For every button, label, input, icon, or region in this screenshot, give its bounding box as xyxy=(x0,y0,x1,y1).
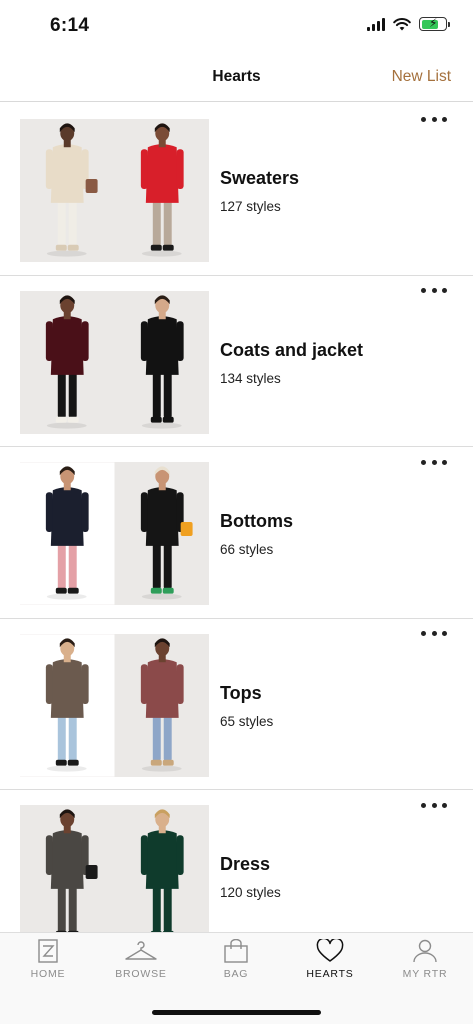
tab-my-rtr[interactable]: MY RTR xyxy=(385,939,465,980)
product-thumbnail xyxy=(114,290,209,434)
tab-hearts-label: HEARTS xyxy=(306,968,354,980)
list-row-sweaters[interactable]: Sweaters 127 styles xyxy=(0,104,473,276)
product-thumbnail xyxy=(20,462,115,605)
status-bar: 6:14 ⚡ xyxy=(0,0,473,50)
model-figure xyxy=(114,805,209,932)
header: Hearts New List xyxy=(0,50,473,102)
list-style-count: 65 styles xyxy=(220,713,274,729)
list-style-count: 127 styles xyxy=(220,199,281,214)
product-thumbnail xyxy=(20,805,115,932)
product-thumbnail xyxy=(20,119,115,262)
tab-my-rtr-label: MY RTR xyxy=(402,968,448,980)
model-figure xyxy=(20,119,115,262)
tab-bag-label: BAG xyxy=(223,968,249,980)
home-indicator xyxy=(152,1010,321,1015)
more-options-icon[interactable] xyxy=(421,284,447,298)
person-icon xyxy=(413,939,437,963)
battery-icon: ⚡ xyxy=(419,16,450,31)
tab-bar: HOME BROWSE BAG HEARTS MY RTR xyxy=(0,932,473,1024)
tab-home[interactable]: HOME xyxy=(8,939,88,980)
product-thumbnail xyxy=(114,805,209,932)
hearts-lists: Sweaters 127 styles Coats and jacket 134 st… xyxy=(0,104,473,932)
list-name: Coats and jacket xyxy=(220,339,364,360)
list-preview-images xyxy=(20,119,209,262)
list-row-dress[interactable]: Dress 120 styles xyxy=(0,790,473,932)
list-row-coats-and-jacket[interactable]: Coats and jacket 134 styles xyxy=(0,276,473,447)
list-preview-images xyxy=(20,462,209,605)
product-thumbnail xyxy=(114,119,209,262)
list-style-count: 120 styles xyxy=(220,885,281,900)
hanger-icon xyxy=(125,941,157,960)
list-name: Sweaters xyxy=(220,168,300,188)
model-figure xyxy=(114,462,209,605)
model-figure xyxy=(114,290,209,434)
model-figure xyxy=(20,462,115,605)
tab-browse-label: BROWSE xyxy=(115,968,167,980)
tab-home-label: HOME xyxy=(30,968,66,980)
list-style-count: 134 styles xyxy=(220,370,281,386)
list-preview-images xyxy=(20,805,209,932)
model-figure xyxy=(20,633,115,777)
tab-browse[interactable]: BROWSE xyxy=(101,939,181,980)
new-list-button[interactable]: New List xyxy=(392,68,451,86)
product-thumbnail xyxy=(114,633,209,777)
more-options-icon[interactable] xyxy=(421,112,447,126)
model-figure xyxy=(20,290,115,434)
product-thumbnail xyxy=(114,462,209,605)
list-name: Tops xyxy=(220,682,262,703)
tab-bag[interactable]: BAG xyxy=(196,939,276,980)
model-figure xyxy=(114,119,209,262)
list-style-count: 66 styles xyxy=(220,542,274,557)
cellular-signal-icon xyxy=(367,17,385,31)
list-row-bottoms[interactable]: Bottoms 66 styles xyxy=(0,447,473,619)
status-icons: ⚡ xyxy=(367,16,450,31)
more-options-icon[interactable] xyxy=(421,455,447,469)
product-thumbnail xyxy=(20,290,115,434)
wifi-icon xyxy=(393,17,411,30)
tab-hearts[interactable]: HEARTS xyxy=(290,939,370,980)
model-figure xyxy=(20,805,115,932)
list-preview-images xyxy=(20,290,209,434)
list-name: Dress xyxy=(220,854,271,874)
status-time: 6:14 xyxy=(50,15,90,36)
list-name: Bottoms xyxy=(220,511,293,531)
bag-icon xyxy=(224,939,248,963)
more-options-icon[interactable] xyxy=(421,798,447,812)
home-icon xyxy=(38,939,58,963)
model-figure xyxy=(114,633,209,777)
product-thumbnail xyxy=(20,633,115,777)
heart-icon xyxy=(316,939,344,962)
more-options-icon[interactable] xyxy=(421,627,447,641)
list-preview-images xyxy=(20,633,209,777)
list-row-tops[interactable]: Tops 65 styles xyxy=(0,619,473,790)
